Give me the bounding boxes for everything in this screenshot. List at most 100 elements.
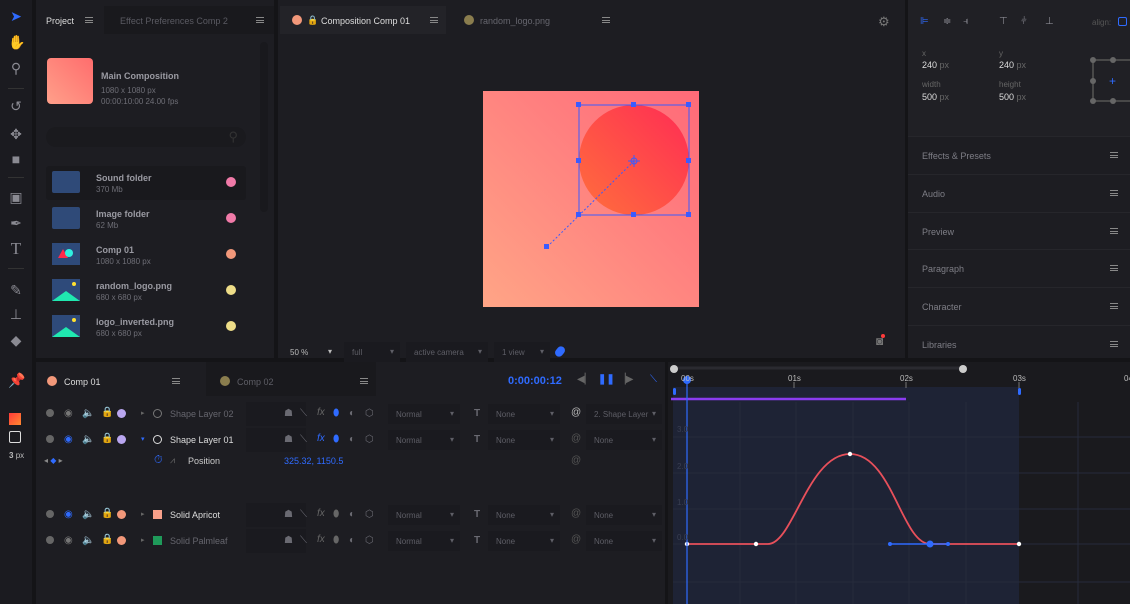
solo-icon[interactable] bbox=[46, 510, 54, 518]
layer-row[interactable]: ◉ 🔈 🔒 ▸ Shape Layer 02 ☗ ⟍ fx ⬮ ◐ ⬡ Norm… bbox=[36, 402, 664, 426]
fx-icon[interactable]: fx bbox=[317, 407, 325, 418]
views-select[interactable]: 1 view bbox=[494, 342, 550, 362]
anchor-point-grid[interactable]: + bbox=[1088, 56, 1130, 106]
lock-icon[interactable]: 🔒 bbox=[101, 508, 113, 519]
layer-name[interactable]: Solid Apricot bbox=[170, 510, 220, 520]
parent-select[interactable]: None bbox=[586, 531, 662, 551]
section-preview[interactable]: Preview bbox=[908, 212, 1130, 249]
motion-blur-icon[interactable]: ⬮ bbox=[333, 434, 339, 445]
stamp-icon[interactable]: ⊥ bbox=[8, 306, 24, 322]
graph-editor-canvas[interactable] bbox=[668, 362, 1130, 604]
layer-row[interactable]: ◉ 🔈 🔒 ▾ Shape Layer 01 ☗ ⟍ fx ⬮ ◐ ⬡ Norm… bbox=[36, 428, 664, 452]
audio-icon[interactable]: 🔈 bbox=[82, 408, 94, 419]
lock-icon[interactable]: 🔒 bbox=[101, 433, 113, 444]
align-right-icon[interactable]: ⫣ bbox=[963, 16, 969, 27]
select-arrow-icon[interactable]: ➤ bbox=[8, 8, 24, 24]
align-target-toggle[interactable] bbox=[1118, 17, 1127, 26]
adjustment-icon[interactable]: ◐ bbox=[349, 434, 355, 445]
solo-icon[interactable] bbox=[46, 409, 54, 417]
motion-blur-icon[interactable]: ⬮ bbox=[333, 535, 339, 546]
height-field[interactable]: 500 px bbox=[999, 92, 1026, 102]
x-field[interactable]: 240 px bbox=[922, 60, 949, 70]
resolution-select[interactable]: full bbox=[344, 342, 400, 362]
tab-project[interactable]: Project bbox=[46, 16, 74, 26]
shy-icon[interactable]: ☗ bbox=[284, 408, 293, 419]
zoom-icon[interactable]: ⚲ bbox=[8, 60, 24, 76]
tab-menu-icon[interactable] bbox=[602, 17, 610, 23]
section-libraries[interactable]: Libraries bbox=[908, 325, 1130, 362]
fx-icon[interactable]: fx bbox=[317, 534, 325, 545]
3d-layer-icon[interactable]: ⬡ bbox=[365, 408, 374, 419]
project-search-input[interactable]: ⚲ bbox=[46, 127, 246, 147]
pickwhip-icon[interactable]: @ bbox=[571, 455, 581, 466]
tab-comp-01[interactable]: Comp 01 bbox=[36, 362, 206, 398]
layer-row[interactable]: ◉ 🔈 🔒 ▸ Solid Palmleaf ☗ ⟍ fx ⬮ ◐ ⬡ Norm… bbox=[36, 529, 664, 553]
pause-icon[interactable]: ❚❚ bbox=[598, 374, 615, 385]
eye-icon[interactable]: ◉ bbox=[64, 509, 73, 520]
project-menu-icon[interactable] bbox=[85, 17, 93, 23]
align-center-v-icon[interactable]: ⫩ bbox=[1021, 16, 1027, 27]
move-anchor-icon[interactable]: ✥ bbox=[8, 126, 24, 142]
label-color-dot[interactable] bbox=[117, 510, 126, 519]
y-field[interactable]: 240 px bbox=[999, 60, 1026, 70]
audio-icon[interactable]: 🔈 bbox=[82, 434, 94, 445]
zoom-select[interactable]: 50 % bbox=[282, 342, 338, 362]
section-character[interactable]: Character bbox=[908, 287, 1130, 324]
shy-icon[interactable]: ☗ bbox=[284, 509, 293, 520]
tab-menu-icon[interactable] bbox=[172, 378, 180, 384]
fx-icon[interactable]: fx bbox=[317, 508, 325, 519]
solo-icon[interactable] bbox=[46, 536, 54, 544]
layer-name[interactable]: Shape Layer 01 bbox=[170, 435, 234, 445]
label-color-dot[interactable] bbox=[226, 249, 236, 259]
track-matte-select[interactable]: None bbox=[488, 404, 560, 424]
blend-mode-select[interactable]: Normal bbox=[388, 531, 460, 551]
lock-icon[interactable]: 🔒 bbox=[101, 407, 113, 418]
chevron-right-icon[interactable]: ▸ bbox=[141, 510, 145, 518]
parent-select[interactable]: None bbox=[586, 430, 662, 450]
blend-mode-select[interactable]: Normal bbox=[388, 430, 460, 450]
stroke-width[interactable]: 3 px bbox=[9, 451, 24, 460]
timecode[interactable]: 0:00:00:12 bbox=[508, 375, 562, 387]
parent-select[interactable]: None bbox=[586, 505, 662, 525]
section-audio[interactable]: Audio bbox=[908, 174, 1130, 211]
eye-icon[interactable]: ◉ bbox=[64, 434, 73, 445]
track-matte-select[interactable]: None bbox=[488, 505, 560, 525]
eye-icon[interactable]: ◉ bbox=[64, 535, 73, 546]
fill-color-swatch[interactable] bbox=[9, 413, 21, 425]
step-back-icon[interactable]: ◀▏ bbox=[577, 374, 592, 385]
blend-mode-select[interactable]: Normal bbox=[388, 404, 460, 424]
layer-name[interactable]: Solid Palmleaf bbox=[170, 536, 228, 546]
layer-name[interactable]: Shape Layer 02 bbox=[170, 409, 234, 419]
graph-icon[interactable]: ⩘ bbox=[170, 455, 175, 466]
chevron-down-icon[interactable]: ▾ bbox=[141, 435, 145, 443]
keyframe-navigator[interactable]: ◂ ◆ ▸ bbox=[44, 456, 63, 465]
motion-blur-icon[interactable]: ⬮ bbox=[333, 408, 339, 419]
collapse-icon[interactable]: ⟍ bbox=[300, 434, 307, 445]
tab-menu-icon[interactable] bbox=[360, 378, 368, 384]
collapse-icon[interactable]: ⟍ bbox=[300, 509, 307, 520]
label-color-dot[interactable] bbox=[226, 285, 236, 295]
track-matte-select[interactable]: None bbox=[488, 531, 560, 551]
graph-editor-toggle-icon[interactable]: ⟍ bbox=[650, 374, 657, 385]
pickwhip-icon[interactable]: @ bbox=[571, 433, 581, 444]
section-effects-presets[interactable]: Effects & Presets bbox=[908, 136, 1130, 173]
audio-icon[interactable]: 🔈 bbox=[82, 509, 94, 520]
eye-icon[interactable]: ◉ bbox=[64, 408, 73, 419]
track-matte-select[interactable]: None bbox=[488, 430, 560, 450]
tab-menu-icon[interactable] bbox=[430, 17, 438, 23]
label-color-dot[interactable] bbox=[117, 409, 126, 418]
3d-layer-icon[interactable]: ⬡ bbox=[365, 434, 374, 445]
property-value[interactable]: 325.32, 1150.5 bbox=[284, 456, 343, 466]
effect-prefs-menu-icon[interactable] bbox=[256, 17, 264, 23]
align-top-icon[interactable]: ⊤ bbox=[999, 16, 1008, 27]
fx-icon[interactable]: fx bbox=[317, 433, 325, 444]
blend-mode-select[interactable]: Normal bbox=[388, 505, 460, 525]
pickwhip-icon[interactable]: @ bbox=[571, 534, 581, 545]
section-paragraph[interactable]: Paragraph bbox=[908, 249, 1130, 286]
width-field[interactable]: 500 px bbox=[922, 92, 949, 102]
adjustment-icon[interactable]: ◐ bbox=[349, 408, 355, 419]
align-bottom-icon[interactable]: ⊥ bbox=[1045, 16, 1054, 27]
tab-comp-02[interactable]: Comp 02 bbox=[206, 362, 376, 396]
label-color-dot[interactable] bbox=[117, 536, 126, 545]
shy-icon[interactable]: ☗ bbox=[284, 535, 293, 546]
